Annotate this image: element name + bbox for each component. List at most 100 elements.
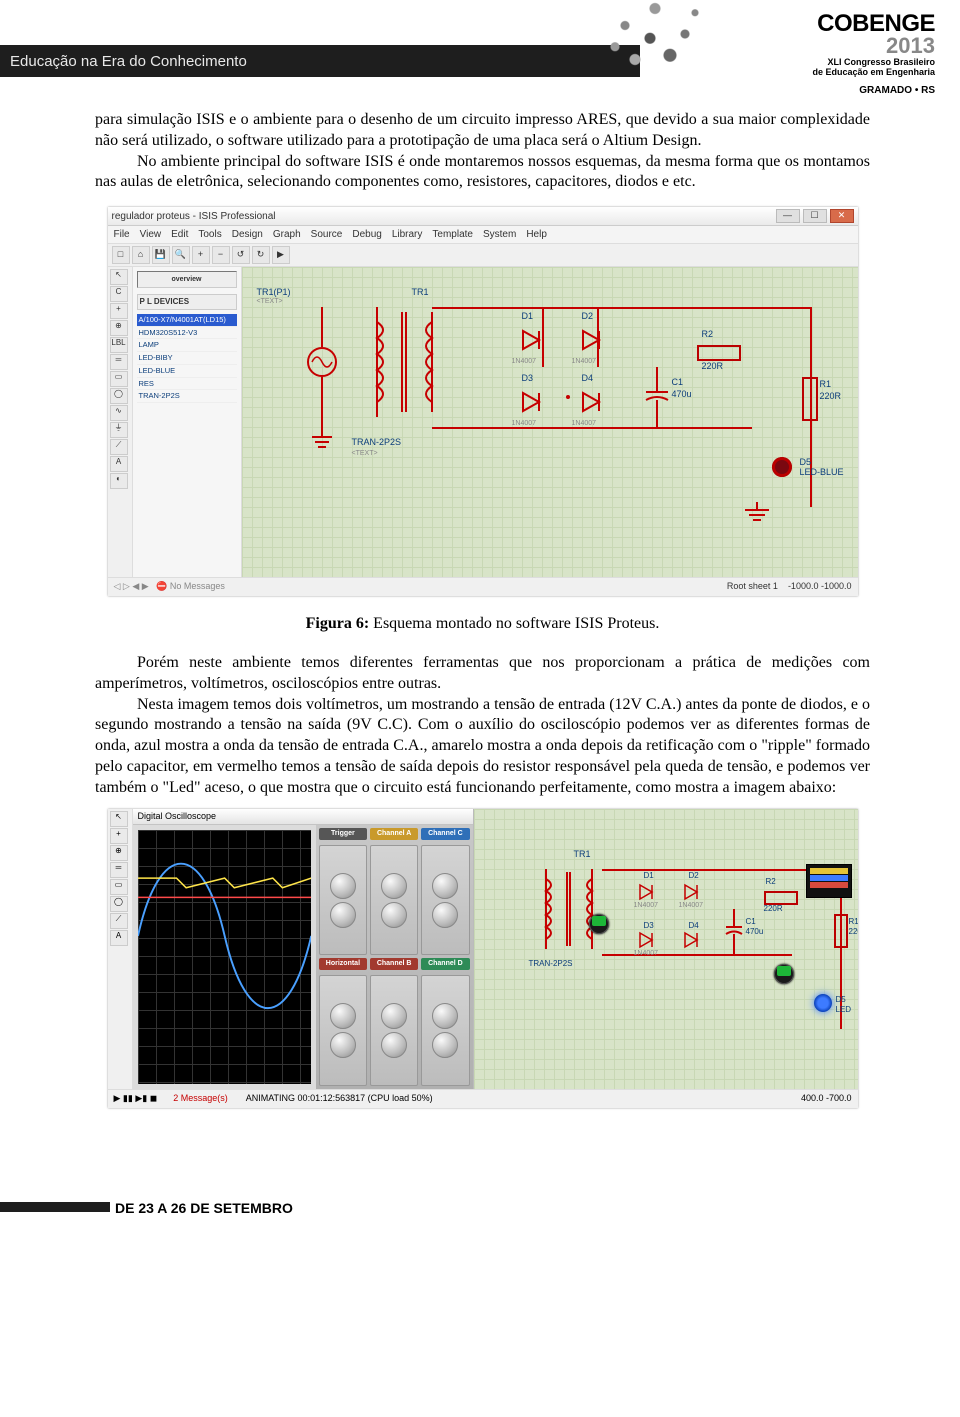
tool-button[interactable]: ⟋ [110,439,128,455]
toolbar-button[interactable]: ⌂ [132,246,150,264]
tool-button[interactable]: ∿ [110,405,128,421]
component-label: D1 [644,871,654,881]
tool-button[interactable]: ═ [110,354,128,370]
tool-button[interactable]: ⊕ [110,320,128,336]
knob-icon[interactable] [330,902,356,928]
knob-box[interactable] [370,845,418,955]
component-label: TRAN-2P2S [352,437,402,449]
toolbar-button[interactable]: ▶ [272,246,290,264]
tool-button[interactable]: ↖ [110,811,128,827]
voltmeter-icon [589,914,609,934]
device-item[interactable]: LED-BIBY [137,352,237,365]
tool-button[interactable]: ◯ [110,896,128,912]
device-item[interactable]: LED-BLUE [137,365,237,378]
footer-bar-icon [0,1202,110,1212]
menu-item[interactable]: Debug [352,228,381,241]
tool-button[interactable]: LBL [110,337,128,353]
figure-7-simulation-window: ↖ + ⊕ ═ ▭ ◯ ⟋ A Digital Oscilloscope [108,809,858,1108]
knob-icon[interactable] [381,873,407,899]
maximize-button[interactable]: ☐ [803,209,827,223]
close-button[interactable]: ✕ [830,209,854,223]
tool-button[interactable]: ▭ [110,879,128,895]
toolbar-button[interactable]: □ [112,246,130,264]
knob-icon[interactable] [432,1003,458,1029]
tool-button[interactable]: ▭ [110,371,128,387]
tool-button[interactable]: C [110,286,128,302]
knob-icon[interactable] [330,1003,356,1029]
menubar: File View Edit Tools Design Graph Source… [108,226,858,244]
status-coords: 400.0 -700.0 [801,1093,852,1105]
page-header: Educação na Era do Conhecimento COBENGE … [0,0,960,100]
tool-button[interactable]: ↖ [110,269,128,285]
capacitor-icon [724,909,744,959]
knob-icon[interactable] [330,873,356,899]
schematic-canvas-running[interactable]: TR1 TRAN-2P2S D1 D2 D3 [474,809,858,1089]
knob-icon[interactable] [381,1003,407,1029]
component-label: TRAN-2P2S [529,959,573,969]
oscilloscope-controls[interactable]: Trigger Channel A Channel C Horizontal C… [316,825,473,1088]
knob-box[interactable] [421,845,469,955]
device-item[interactable]: A/100-X7/N4001AT(LD15) [137,314,237,327]
knob-icon[interactable] [432,902,458,928]
tool-button[interactable]: A [110,456,128,472]
ground-icon [742,502,772,527]
toolbar-button[interactable]: 💾 [152,246,170,264]
toolbar-button[interactable]: − [212,246,230,264]
tool-button[interactable]: + [110,303,128,319]
waveforms-icon [138,830,311,1042]
tool-button[interactable]: ⊕ [110,845,128,861]
menu-item[interactable]: Library [392,228,423,241]
tool-button[interactable]: ◐ [110,473,128,489]
oscilloscope-screen [138,830,311,1083]
minimize-button[interactable]: — [776,209,800,223]
menu-item[interactable]: System [483,228,516,241]
toolbar-button[interactable]: ↻ [252,246,270,264]
menu-item[interactable]: Tools [198,228,221,241]
side-toolbar: ↖ + ⊕ ═ ▭ ◯ ⟋ A [108,809,133,1089]
status-anim: ANIMATING 00:01:12:563817 (CPU load 50%) [238,1093,791,1105]
schematic-canvas[interactable]: TR1(P1) <TEXT> TR1 TRAN-2P2S <TEXT> [242,267,858,577]
menu-item[interactable]: Design [232,228,263,241]
knob-icon[interactable] [432,873,458,899]
menu-item[interactable]: Edit [171,228,188,241]
menu-item[interactable]: Template [432,228,473,241]
device-item[interactable]: TRAN-2P2S [137,390,237,403]
knob-box[interactable] [370,975,418,1085]
menu-item[interactable]: View [140,228,162,241]
tool-button[interactable]: + [110,828,128,844]
knob-box[interactable] [421,975,469,1085]
tool-button[interactable]: ═ [110,862,128,878]
toolbar-button[interactable]: + [192,246,210,264]
component-part: 1N4007 [572,419,597,428]
knob-icon[interactable] [381,1032,407,1058]
tool-button[interactable]: A [110,930,128,946]
knob-box[interactable] [319,845,367,955]
resistor-icon [697,345,741,361]
scope-instrument-icon [806,864,852,898]
component-label: D3 [522,373,534,385]
diode-icon [636,929,658,951]
led-icon [772,457,792,477]
ac-source-icon [302,307,342,467]
device-item[interactable]: RES [137,378,237,391]
component-label: R1 [820,379,832,391]
menu-item[interactable]: File [114,228,130,241]
menu-item[interactable]: Source [311,228,343,241]
device-list[interactable]: A/100-X7/N4001AT(LD15) HDM320S512-V3 LAM… [137,314,237,403]
knob-icon[interactable] [432,1032,458,1058]
menu-item[interactable]: Help [526,228,547,241]
channel-header: Channel D [421,958,469,970]
tool-button[interactable]: ◯ [110,388,128,404]
device-item[interactable]: HDM320S512-V3 [137,327,237,340]
toolbar-button[interactable]: 🔍 [172,246,190,264]
knob-box[interactable] [319,975,367,1085]
tool-button[interactable]: ⏚ [110,422,128,438]
knob-icon[interactable] [381,902,407,928]
device-item[interactable]: LAMP [137,339,237,352]
component-label: TR1 [574,849,591,861]
toolbar-button[interactable]: ↺ [232,246,250,264]
tool-button[interactable]: ⟋ [110,913,128,929]
menu-item[interactable]: Graph [273,228,301,241]
knob-icon[interactable] [330,1032,356,1058]
toolbar: □ ⌂ 💾 🔍 + − ↺ ↻ ▶ [108,244,858,267]
